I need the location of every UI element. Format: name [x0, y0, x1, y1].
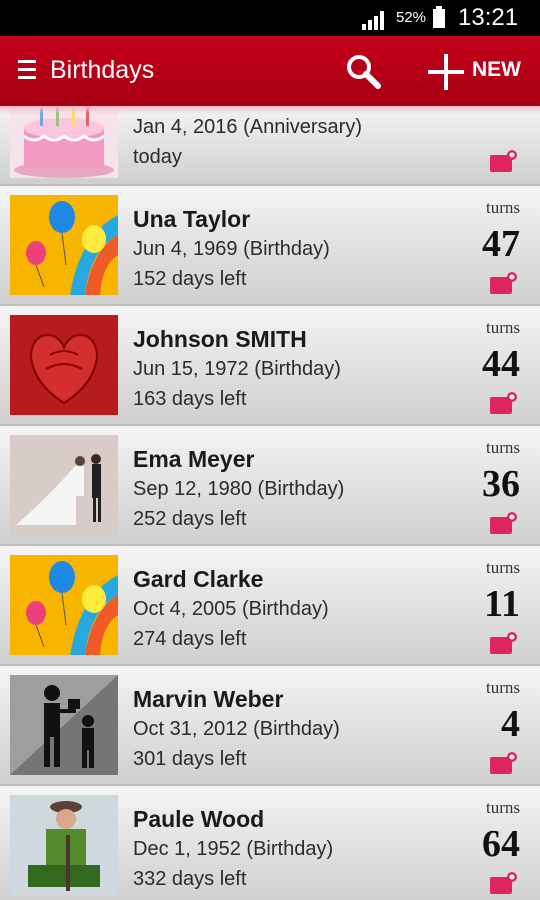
event-date: Oct 31, 2012 (Birthday) [133, 718, 340, 740]
cake-thumbnail [10, 106, 118, 178]
age-value: 44 [482, 343, 520, 385]
birthday-list: Jan 4, 2016 (Anniversary) today Una Tayl… [0, 106, 540, 900]
notification-icon[interactable] [490, 872, 518, 894]
turns-label: turns [486, 318, 520, 337]
person-name: Paule Wood [133, 806, 265, 832]
signal-icon [362, 11, 384, 30]
event-date: Oct 4, 2005 (Birthday) [133, 598, 329, 620]
days-left: 332 days left [133, 868, 247, 890]
list-item[interactable]: Gard Clarke Oct 4, 2005 (Birthday) 274 d… [0, 546, 540, 666]
event-date: Jan 4, 2016 (Anniversary) [133, 116, 363, 138]
notification-icon[interactable] [490, 752, 518, 774]
event-date: Jun 4, 1969 (Birthday) [133, 238, 330, 260]
days-left: today [133, 146, 182, 168]
old-man-thumbnail [10, 795, 118, 895]
battery-icon [433, 6, 445, 28]
clock: 13:21 [458, 4, 519, 31]
turns-label: turns [486, 678, 520, 697]
person-name: Johnson SMITH [133, 326, 307, 352]
turns-label: turns [486, 438, 520, 457]
new-button[interactable]: NEW [428, 52, 528, 90]
turns-label: turns [486, 558, 520, 577]
event-date: Jun 15, 1972 (Birthday) [133, 358, 341, 380]
status-bar: 52% 13:21 [0, 0, 540, 36]
heart-thumbnail [10, 315, 118, 415]
person-name: Una Taylor [133, 206, 251, 232]
new-button-label: NEW [472, 58, 521, 81]
age-value: 64 [482, 823, 520, 865]
person-name: Marvin Weber [133, 686, 284, 712]
person-name: Gard Clarke [133, 566, 264, 592]
app-bar: Birthdays NEW [0, 36, 540, 106]
scroll-edge-fade [0, 106, 540, 114]
gift-people-thumbnail [10, 675, 118, 775]
days-left: 152 days left [133, 268, 247, 290]
days-left: 163 days left [133, 388, 247, 410]
person-name: Ema Meyer [133, 446, 255, 472]
list-item[interactable]: Johnson SMITH Jun 15, 1972 (Birthday) 16… [0, 306, 540, 426]
balloons-thumbnail [10, 555, 118, 655]
age-value: 36 [482, 463, 520, 505]
list-item[interactable]: Jan 4, 2016 (Anniversary) today [0, 106, 540, 186]
notification-icon[interactable] [490, 512, 518, 534]
notification-icon[interactable] [490, 632, 518, 654]
battery-percentage: 52% [396, 9, 427, 26]
search-icon[interactable] [344, 52, 382, 90]
list-item[interactable]: Una Taylor Jun 4, 1969 (Birthday) 152 da… [0, 186, 540, 306]
days-left: 301 days left [133, 748, 247, 770]
wedding-thumbnail [10, 435, 118, 535]
event-date: Dec 1, 1952 (Birthday) [133, 838, 334, 860]
notification-icon[interactable] [490, 272, 518, 294]
list-item[interactable]: Paule Wood Dec 1, 1952 (Birthday) 332 da… [0, 786, 540, 900]
turns-label: turns [486, 798, 520, 817]
plus-icon [428, 54, 464, 90]
age-value: 47 [482, 223, 520, 265]
turns-label: turns [486, 198, 520, 217]
days-left: 252 days left [133, 508, 247, 530]
age-value: 4 [501, 703, 520, 745]
event-date: Sep 12, 1980 (Birthday) [133, 478, 345, 500]
list-item[interactable]: Marvin Weber Oct 31, 2012 (Birthday) 301… [0, 666, 540, 786]
notification-icon[interactable] [490, 392, 518, 414]
menu-icon[interactable] [18, 60, 36, 82]
page-title: Birthdays [50, 56, 155, 84]
balloons-thumbnail [10, 195, 118, 295]
notification-icon[interactable] [490, 150, 518, 172]
age-value: 11 [484, 583, 520, 625]
days-left: 274 days left [133, 628, 247, 650]
list-item[interactable]: Ema Meyer Sep 12, 1980 (Birthday) 252 da… [0, 426, 540, 546]
